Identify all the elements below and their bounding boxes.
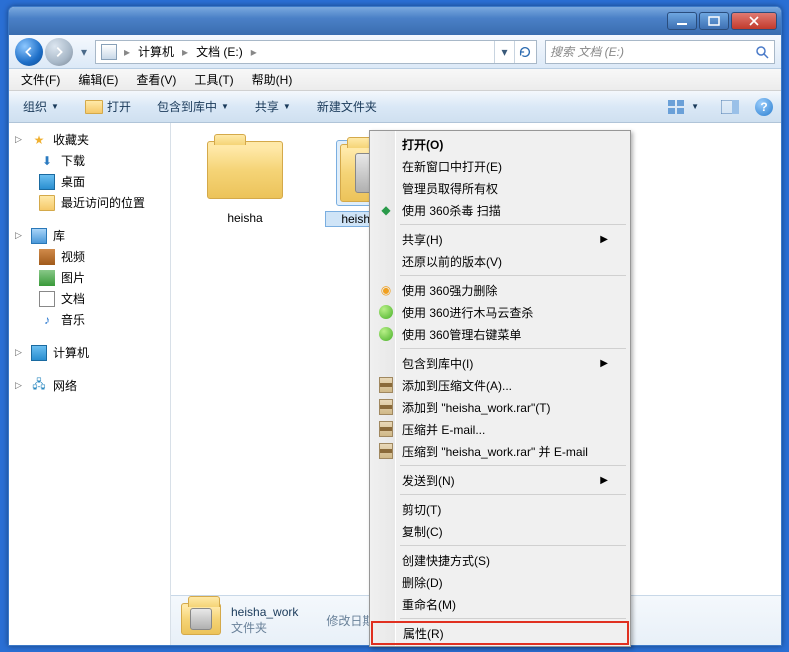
menu-bar: 文件(F) 编辑(E) 查看(V) 工具(T) 帮助(H) xyxy=(9,69,781,91)
ctx-360-scan[interactable]: ◆使用 360杀毒 扫描 xyxy=(372,199,628,221)
submenu-arrow-icon: ▶ xyxy=(600,234,608,245)
navigation-pane: ▷★收藏夹 ⬇下载 桌面 最近访问的位置 ▷库 视频 图片 文档 ♪音乐 ▷计算… xyxy=(9,123,171,645)
nav-buttons xyxy=(15,38,73,66)
ctx-cut[interactable]: 剪切(T) xyxy=(372,498,628,520)
ctx-360-trojan-scan[interactable]: 使用 360进行木马云查杀 xyxy=(372,301,628,323)
breadcrumb-separator[interactable]: ▸ xyxy=(247,45,261,59)
breadcrumb-separator[interactable]: ▸ xyxy=(178,45,192,59)
ctx-restore-versions[interactable]: 还原以前的版本(V) xyxy=(372,250,628,272)
network-icon: 🖧 xyxy=(31,378,47,394)
ctx-include-in-library[interactable]: 包含到库中(I)▶ xyxy=(372,352,628,374)
sidebar-documents[interactable]: 文档 xyxy=(9,288,170,309)
ctx-copy[interactable]: 复制(C) xyxy=(372,520,628,542)
share-button[interactable]: 共享▼ xyxy=(249,96,297,117)
submenu-arrow-icon: ▶ xyxy=(600,475,608,486)
download-icon: ⬇ xyxy=(39,153,55,169)
command-bar: 组织▼ 打开 包含到库中▼ 共享▼ 新建文件夹 ▼ ? xyxy=(9,91,781,123)
menu-edit[interactable]: 编辑(E) xyxy=(70,69,126,90)
shield-icon: ◆ xyxy=(378,202,394,218)
sidebar-music[interactable]: ♪音乐 xyxy=(9,309,170,330)
sidebar-pictures[interactable]: 图片 xyxy=(9,267,170,288)
ctx-rename[interactable]: 重命名(M) xyxy=(372,593,628,615)
search-icon xyxy=(754,44,770,60)
rar-icon xyxy=(378,421,394,437)
folder-open-icon xyxy=(85,100,103,114)
star-icon: ★ xyxy=(31,132,47,148)
sidebar-recent[interactable]: 最近访问的位置 xyxy=(9,192,170,213)
drive-icon xyxy=(101,44,117,60)
context-menu: 打开(O) 在新窗口中打开(E) 管理员取得所有权 ◆使用 360杀毒 扫描 共… xyxy=(369,130,631,647)
ctx-open[interactable]: 打开(O) xyxy=(372,133,628,155)
desktop-icon xyxy=(39,174,55,190)
library-icon xyxy=(31,228,47,244)
menu-help[interactable]: 帮助(H) xyxy=(244,69,301,90)
view-options-button[interactable]: ▼ xyxy=(661,97,705,117)
folder-label: heisha xyxy=(195,211,295,225)
refresh-button[interactable] xyxy=(514,41,534,63)
sidebar-favorites[interactable]: ▷★收藏夹 xyxy=(9,129,170,150)
ctx-360-force-delete[interactable]: ◉使用 360强力删除 xyxy=(372,279,628,301)
lamp-icon: ◉ xyxy=(378,282,394,298)
computer-icon xyxy=(31,345,47,361)
help-button[interactable]: ? xyxy=(755,98,773,116)
ctx-add-to-archive[interactable]: 添加到压缩文件(A)... xyxy=(372,374,628,396)
recent-icon xyxy=(39,195,55,211)
details-name: heisha_work xyxy=(231,605,298,619)
search-placeholder: 搜索 文档 (E:) xyxy=(550,43,624,60)
ctx-send-to[interactable]: 发送到(N)▶ xyxy=(372,469,628,491)
menu-view[interactable]: 查看(V) xyxy=(128,69,184,90)
details-type: 文件夹 xyxy=(231,619,298,636)
search-input[interactable]: 搜索 文档 (E:) xyxy=(545,40,775,64)
ctx-360-rightclick-manage[interactable]: 使用 360管理右键菜单 xyxy=(372,323,628,345)
breadcrumb-computer[interactable]: 计算机 xyxy=(134,41,178,62)
folder-icon xyxy=(207,141,283,199)
video-icon xyxy=(39,249,55,265)
minimize-button[interactable] xyxy=(667,12,697,30)
submenu-arrow-icon: ▶ xyxy=(600,358,608,369)
ctx-share[interactable]: 共享(H)▶ xyxy=(372,228,628,250)
ctx-properties[interactable]: 属性(R) xyxy=(371,621,629,645)
sidebar-downloads[interactable]: ⬇下载 xyxy=(9,150,170,171)
rar-icon xyxy=(378,377,394,393)
ctx-admin-ownership[interactable]: 管理员取得所有权 xyxy=(372,177,628,199)
menu-file[interactable]: 文件(F) xyxy=(13,69,68,90)
breadcrumb-separator[interactable]: ▸ xyxy=(120,45,134,59)
music-icon: ♪ xyxy=(39,312,55,328)
ctx-zip-named-and-email[interactable]: 压缩到 "heisha_work.rar" 并 E-mail xyxy=(372,440,628,462)
include-in-library-button[interactable]: 包含到库中▼ xyxy=(151,96,235,117)
document-icon xyxy=(39,291,55,307)
ctx-open-new-window[interactable]: 在新窗口中打开(E) xyxy=(372,155,628,177)
sidebar-libraries[interactable]: ▷库 xyxy=(9,225,170,246)
close-button[interactable] xyxy=(731,12,777,30)
picture-icon xyxy=(39,270,55,286)
green-ball-icon xyxy=(378,304,394,320)
sidebar-computer[interactable]: ▷计算机 xyxy=(9,342,170,363)
ctx-delete[interactable]: 删除(D) xyxy=(372,571,628,593)
forward-button[interactable] xyxy=(45,38,73,66)
organize-button[interactable]: 组织▼ xyxy=(17,96,65,117)
back-button[interactable] xyxy=(15,38,43,66)
rar-icon xyxy=(378,443,394,459)
new-folder-button[interactable]: 新建文件夹 xyxy=(311,96,383,117)
open-button[interactable]: 打开 xyxy=(79,96,137,117)
sidebar-videos[interactable]: 视频 xyxy=(9,246,170,267)
preview-pane-button[interactable] xyxy=(715,98,745,116)
address-dropdown-button[interactable]: ▾ xyxy=(494,41,514,63)
sidebar-network[interactable]: ▷🖧网络 xyxy=(9,375,170,396)
menu-tools[interactable]: 工具(T) xyxy=(186,69,241,90)
breadcrumb-drive[interactable]: 文档 (E:) xyxy=(192,41,247,62)
address-bar[interactable]: ▸ 计算机 ▸ 文档 (E:) ▸ ▾ xyxy=(95,40,537,64)
maximize-button[interactable] xyxy=(699,12,729,30)
sidebar-desktop[interactable]: 桌面 xyxy=(9,171,170,192)
ctx-add-to-named-rar[interactable]: 添加到 "heisha_work.rar"(T) xyxy=(372,396,628,418)
green-ball-icon xyxy=(378,326,394,342)
details-thumbnail xyxy=(181,603,221,639)
ctx-zip-and-email[interactable]: 压缩并 E-mail... xyxy=(372,418,628,440)
ctx-create-shortcut[interactable]: 创建快捷方式(S) xyxy=(372,549,628,571)
rar-icon xyxy=(378,399,394,415)
nav-history-dropdown[interactable]: ▾ xyxy=(77,45,91,59)
folder-item-heisha[interactable]: heisha xyxy=(195,141,295,227)
title-bar xyxy=(9,7,781,35)
nav-row: ▾ ▸ 计算机 ▸ 文档 (E:) ▸ ▾ 搜索 文档 (E:) xyxy=(9,35,781,69)
